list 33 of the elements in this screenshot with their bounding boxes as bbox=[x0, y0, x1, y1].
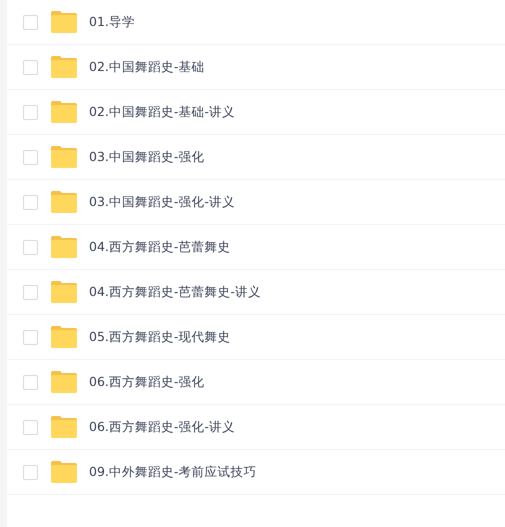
checkbox[interactable] bbox=[23, 464, 38, 480]
folder-icon bbox=[51, 101, 77, 123]
checkbox[interactable] bbox=[23, 240, 38, 254]
checkbox[interactable] bbox=[23, 60, 38, 74]
checkbox[interactable] bbox=[23, 194, 38, 210]
checkbox[interactable] bbox=[23, 14, 38, 30]
folder-name[interactable]: 06.西方舞蹈史-强化-讲义 bbox=[89, 418, 235, 436]
folder-icon bbox=[51, 146, 77, 168]
folder-icon bbox=[51, 461, 77, 483]
folder-icon bbox=[51, 56, 77, 78]
checkbox[interactable] bbox=[23, 284, 38, 300]
folder-name[interactable]: 04.西方舞蹈史-芭蕾舞史-讲义 bbox=[89, 284, 261, 300]
checkbox[interactable] bbox=[23, 374, 38, 390]
folder-name[interactable]: 01.导学 bbox=[89, 14, 135, 30]
folder-name[interactable]: 04.西方舞蹈史-芭蕾舞史 bbox=[89, 238, 230, 256]
checkbox[interactable] bbox=[23, 150, 38, 164]
folder-name[interactable]: 09.中外舞蹈史-考前应试技巧 bbox=[89, 464, 256, 480]
folder-name[interactable]: 02.中国舞蹈史-基础 bbox=[89, 58, 204, 76]
folder-name[interactable]: 02.中国舞蹈史-基础-讲义 bbox=[89, 104, 235, 120]
checkbox[interactable] bbox=[23, 330, 38, 344]
folder-icon bbox=[51, 416, 77, 438]
folder-icon bbox=[51, 326, 77, 348]
folder-name[interactable]: 06.西方舞蹈史-强化 bbox=[89, 374, 204, 390]
checkbox[interactable] bbox=[23, 104, 38, 120]
folder-icon bbox=[51, 371, 77, 393]
folder-name[interactable]: 05.西方舞蹈史-现代舞史 bbox=[89, 328, 230, 346]
folder-icon bbox=[51, 236, 77, 258]
checkbox[interactable] bbox=[23, 420, 38, 434]
folder-name[interactable]: 03.中国舞蹈史-强化 bbox=[89, 148, 204, 166]
folder-icon bbox=[51, 281, 77, 303]
folder-icon bbox=[51, 191, 77, 213]
folder-icon bbox=[51, 11, 77, 33]
folder-name[interactable]: 03.中国舞蹈史-强化-讲义 bbox=[89, 194, 235, 210]
